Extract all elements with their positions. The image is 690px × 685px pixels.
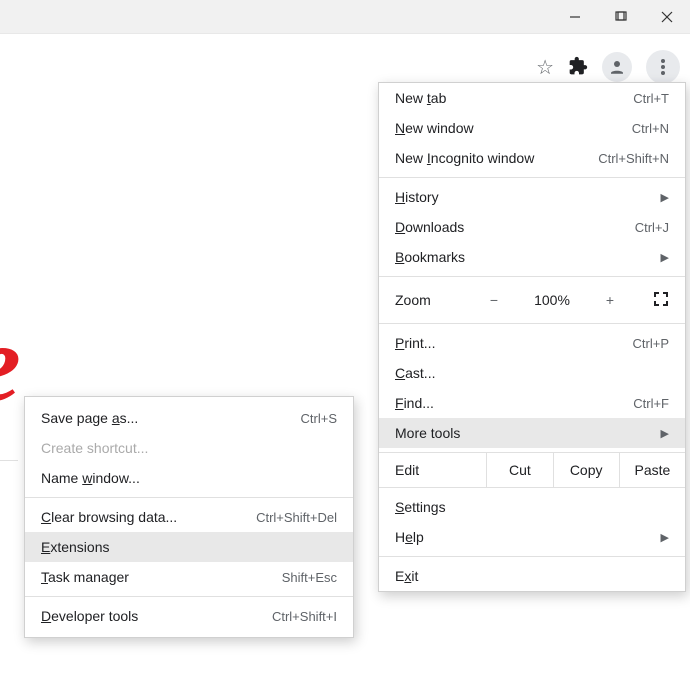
submenu-developer-tools[interactable]: Developer tools Ctrl+Shift+I: [25, 601, 353, 631]
more-menu-button[interactable]: [646, 50, 680, 84]
chevron-right-icon: ▶: [661, 191, 669, 204]
menu-cast[interactable]: Cast...: [379, 358, 685, 388]
edit-paste-button[interactable]: Paste: [619, 453, 685, 487]
submenu-save-page-as[interactable]: Save page as... Ctrl+S: [25, 403, 353, 433]
edit-copy-button[interactable]: Copy: [553, 453, 619, 487]
submenu-create-shortcut: Create shortcut...: [25, 433, 353, 463]
bookmark-star-icon[interactable]: ☆: [536, 55, 554, 80]
zoom-label: Zoom: [395, 292, 465, 308]
menu-settings[interactable]: Settings: [379, 492, 685, 522]
chrome-main-menu: New tab Ctrl+T New window Ctrl+N New Inc…: [378, 82, 686, 592]
menu-downloads[interactable]: Downloads Ctrl+J: [379, 212, 685, 242]
submenu-name-window[interactable]: Name window...: [25, 463, 353, 493]
extensions-puzzle-icon[interactable]: [568, 56, 588, 79]
menu-separator: [379, 323, 685, 324]
chevron-right-icon: ▶: [661, 251, 669, 264]
zoom-value: 100%: [523, 292, 581, 308]
submenu-clear-browsing-data[interactable]: Clear browsing data... Ctrl+Shift+Del: [25, 502, 353, 532]
submenu-task-manager[interactable]: Task manager Shift+Esc: [25, 562, 353, 592]
menu-separator: [25, 596, 353, 597]
menu-exit[interactable]: Exit: [379, 561, 685, 591]
menu-find[interactable]: Find... Ctrl+F: [379, 388, 685, 418]
edit-label: Edit: [379, 453, 486, 487]
menu-separator: [379, 177, 685, 178]
window-titlebar: [0, 0, 690, 34]
menu-separator: [379, 276, 685, 277]
divider: [0, 460, 18, 461]
menu-new-incognito[interactable]: New Incognito window Ctrl+Shift+N: [379, 143, 685, 173]
menu-help[interactable]: Help ▶: [379, 522, 685, 552]
page-logo-fragment: e: [0, 300, 21, 427]
menu-zoom-row: Zoom − 100% +: [379, 281, 685, 319]
window-minimize-button[interactable]: [552, 0, 598, 33]
menu-new-tab[interactable]: New tab Ctrl+T: [379, 83, 685, 113]
menu-separator: [379, 556, 685, 557]
fullscreen-icon[interactable]: [639, 291, 669, 310]
profile-avatar-button[interactable]: [602, 52, 632, 82]
menu-print[interactable]: Print... Ctrl+P: [379, 328, 685, 358]
menu-more-tools[interactable]: More tools ▶: [379, 418, 685, 448]
window-close-button[interactable]: [644, 0, 690, 33]
zoom-in-button[interactable]: +: [581, 292, 639, 308]
submenu-extensions[interactable]: Extensions: [25, 532, 353, 562]
menu-history[interactable]: History ▶: [379, 182, 685, 212]
menu-edit-row: Edit Cut Copy Paste: [379, 452, 685, 488]
menu-separator: [25, 497, 353, 498]
edit-cut-button[interactable]: Cut: [486, 453, 552, 487]
chevron-right-icon: ▶: [661, 531, 669, 544]
zoom-out-button[interactable]: −: [465, 292, 523, 308]
menu-bookmarks[interactable]: Bookmarks ▶: [379, 242, 685, 272]
more-tools-submenu: Save page as... Ctrl+S Create shortcut..…: [24, 396, 354, 638]
menu-new-window[interactable]: New window Ctrl+N: [379, 113, 685, 143]
window-maximize-button[interactable]: [598, 0, 644, 33]
chevron-right-icon: ▶: [661, 427, 669, 440]
